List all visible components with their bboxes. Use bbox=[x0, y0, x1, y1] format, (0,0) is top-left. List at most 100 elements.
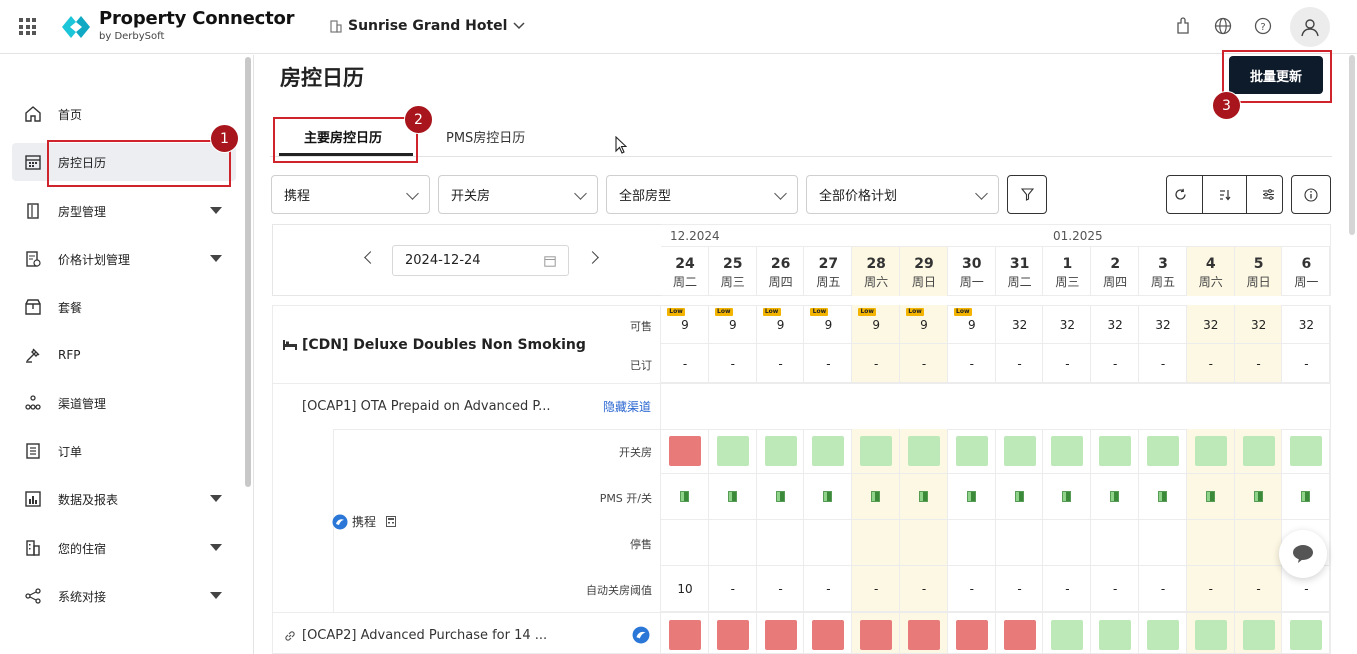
open-close-status[interactable] bbox=[1194, 620, 1227, 650]
booked-value: - bbox=[778, 357, 783, 371]
open-close-status[interactable] bbox=[908, 620, 940, 650]
sidebar-item[interactable]: 订单 bbox=[12, 432, 236, 470]
caret-down-icon[interactable] bbox=[210, 592, 222, 599]
settings-sliders-icon[interactable] bbox=[1262, 188, 1275, 201]
rate-plan-select[interactable]: 全部价格计划 bbox=[806, 175, 999, 214]
open-close-status[interactable] bbox=[1242, 436, 1275, 466]
globe-icon[interactable] bbox=[1214, 16, 1232, 36]
open-close-status[interactable] bbox=[669, 436, 701, 466]
caret-down-icon[interactable] bbox=[210, 495, 222, 502]
open-close-status[interactable] bbox=[1290, 620, 1323, 650]
grid-cell[interactable] bbox=[756, 520, 805, 566]
user-avatar[interactable] bbox=[1290, 7, 1330, 47]
annotation-badge: 2 bbox=[404, 105, 433, 134]
sidebar-item[interactable]: 系统对接 bbox=[12, 577, 236, 615]
grid-cell[interactable] bbox=[804, 520, 853, 566]
puzzle-icon[interactable] bbox=[1175, 16, 1191, 36]
sidebar-item[interactable]: 您的住宿 bbox=[12, 529, 236, 567]
available-value: 9 bbox=[872, 318, 880, 332]
open-close-status[interactable] bbox=[1099, 436, 1132, 466]
sidebar-item[interactable]: RFP bbox=[12, 336, 236, 374]
sidebar-item[interactable]: 渠道管理 bbox=[12, 384, 236, 422]
available-value: 32 bbox=[1011, 318, 1028, 332]
open-close-status[interactable] bbox=[1194, 436, 1227, 466]
open-close-status[interactable] bbox=[1242, 620, 1275, 650]
highlight-box-3 bbox=[1222, 50, 1332, 103]
date-picker-input[interactable]: 2024-12-24 bbox=[392, 245, 569, 276]
row-label-threshold: 自动关房阈值 bbox=[586, 584, 652, 597]
sort-icon[interactable] bbox=[1218, 188, 1231, 201]
help-icon[interactable]: ? bbox=[1254, 16, 1272, 36]
grid-cell[interactable] bbox=[1186, 520, 1235, 566]
open-close-status[interactable] bbox=[1290, 436, 1323, 466]
open-close-status[interactable] bbox=[1099, 620, 1132, 650]
day-number: 3 bbox=[1158, 256, 1168, 272]
open-close-status[interactable] bbox=[669, 620, 701, 650]
rfp-icon bbox=[24, 346, 42, 364]
highlight-box-1 bbox=[47, 140, 231, 187]
grid-cell[interactable] bbox=[1139, 520, 1187, 566]
tab-pms-calendar[interactable]: PMS房控日历 bbox=[446, 127, 525, 146]
available-value: 32 bbox=[1250, 318, 1267, 332]
open-close-status[interactable] bbox=[716, 436, 749, 466]
sidebar-item[interactable]: 房型管理 bbox=[12, 192, 236, 230]
open-close-status[interactable] bbox=[1147, 436, 1179, 466]
open-close-status[interactable] bbox=[812, 620, 845, 650]
caret-down-icon[interactable] bbox=[210, 544, 222, 551]
sidebar-item[interactable]: 首页 bbox=[12, 95, 236, 133]
threshold-value: - bbox=[1160, 582, 1166, 596]
grid-cell[interactable] bbox=[1234, 520, 1283, 566]
refresh-icon[interactable] bbox=[1174, 188, 1187, 201]
caret-down-icon[interactable] bbox=[210, 255, 222, 262]
open-close-status[interactable] bbox=[1051, 620, 1084, 650]
booked-value: - bbox=[874, 357, 879, 371]
open-close-status[interactable] bbox=[1147, 620, 1179, 650]
open-close-status[interactable] bbox=[1003, 620, 1036, 650]
grid-cell[interactable] bbox=[708, 520, 757, 566]
open-close-status[interactable] bbox=[716, 620, 749, 650]
sidebar-item-label: 渠道管理 bbox=[58, 396, 107, 411]
grid-cell[interactable] bbox=[661, 520, 709, 566]
open-close-status[interactable] bbox=[860, 620, 893, 650]
grid-cell[interactable] bbox=[852, 520, 900, 566]
filter-button[interactable] bbox=[1007, 175, 1047, 214]
open-close-status[interactable] bbox=[955, 620, 988, 650]
threshold-value: 10 bbox=[677, 582, 693, 596]
rate-plan-name[interactable]: [OCAP1] OTA Prepaid on Advanced P... bbox=[302, 399, 551, 414]
grid-cell[interactable] bbox=[900, 520, 948, 566]
hotel-selector[interactable]: Sunrise Grand Hotel bbox=[330, 18, 525, 34]
page-scrollbar[interactable] bbox=[1349, 55, 1355, 235]
status-select[interactable]: 开关房 bbox=[438, 175, 598, 214]
low-badge: Low bbox=[762, 308, 781, 316]
sidebar-item[interactable]: 套餐 bbox=[12, 288, 236, 326]
calculator-icon[interactable] bbox=[386, 516, 397, 527]
grid-cell bbox=[1091, 384, 1139, 429]
apps-grid-icon[interactable] bbox=[19, 18, 36, 35]
open-close-status[interactable] bbox=[764, 436, 797, 466]
open-close-status[interactable] bbox=[1051, 436, 1084, 466]
hide-channel-link[interactable]: 隐藏渠道 bbox=[603, 398, 651, 415]
open-close-status[interactable] bbox=[812, 436, 845, 466]
available-value: 32 bbox=[1155, 318, 1171, 332]
grid-cell[interactable] bbox=[995, 520, 1044, 566]
grid-cell[interactable] bbox=[1091, 520, 1139, 566]
available-value: 9 bbox=[967, 318, 976, 332]
channel-select[interactable]: 携程 bbox=[271, 175, 430, 214]
chat-button[interactable] bbox=[1279, 530, 1327, 578]
grid-cell[interactable] bbox=[947, 520, 996, 566]
caret-down-icon[interactable] bbox=[210, 207, 222, 214]
grid-cell[interactable] bbox=[1043, 520, 1092, 566]
open-close-status[interactable] bbox=[1003, 436, 1036, 466]
sidebar-item[interactable]: 价格计划管理 bbox=[12, 240, 236, 278]
rate-plan-name[interactable]: [OCAP2] Advanced Purchase for 14 ... bbox=[302, 628, 547, 643]
sidebar-item[interactable]: 数据及报表 bbox=[12, 480, 236, 518]
sidebar-scrollbar[interactable] bbox=[245, 57, 251, 487]
info-button[interactable] bbox=[1291, 175, 1331, 214]
day-weekday: 周一 bbox=[959, 275, 984, 289]
open-close-status[interactable] bbox=[860, 436, 893, 466]
open-close-status[interactable] bbox=[764, 620, 797, 650]
open-close-status[interactable] bbox=[908, 436, 940, 466]
open-close-status[interactable] bbox=[955, 436, 988, 466]
room-type-select[interactable]: 全部房型 bbox=[606, 175, 798, 214]
threshold-value: - bbox=[969, 582, 974, 596]
